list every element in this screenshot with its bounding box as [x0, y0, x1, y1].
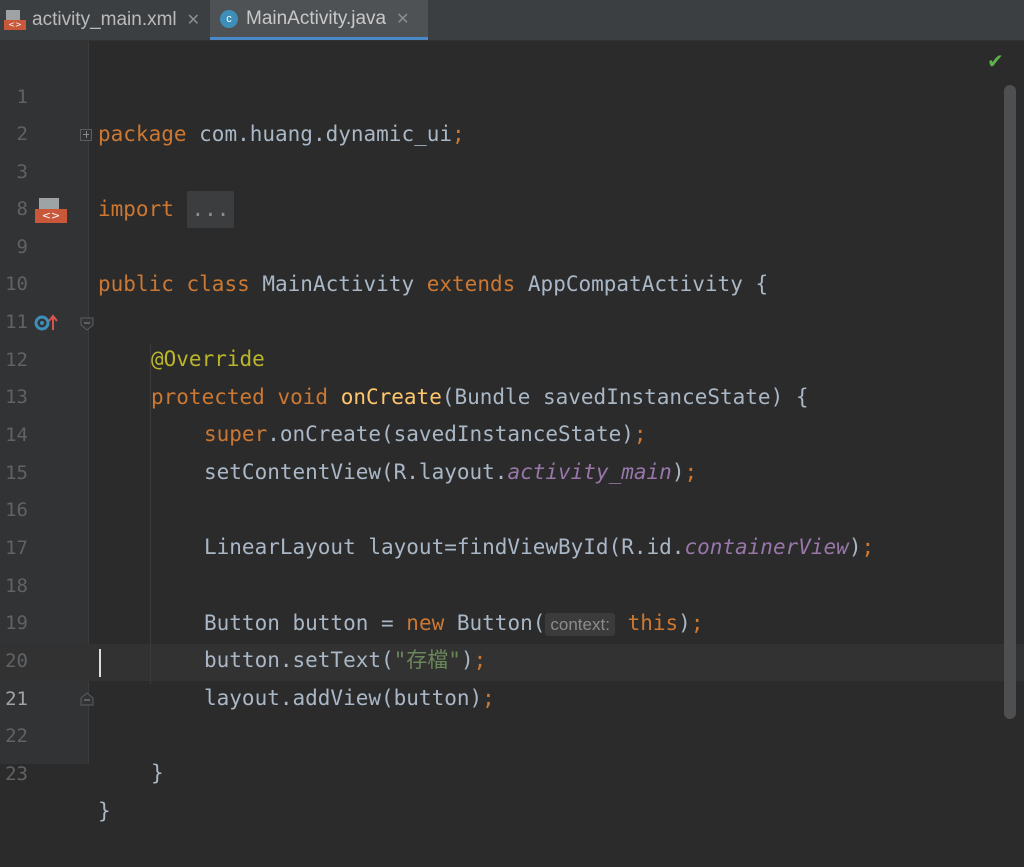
collapse-fold-icon[interactable]: [80, 317, 94, 331]
code-line: 8: [0, 154, 1024, 220]
code-line: 17: [0, 493, 1024, 559]
code-editor[interactable]: 1 package com.huang.dynamic_ui; 2 3 impo…: [0, 41, 1024, 823]
tab-label: activity_main.xml: [32, 9, 177, 30]
code-line: 23 }: [0, 719, 1024, 823]
code-line: 3 import ...: [0, 117, 1024, 228]
expand-fold-icon[interactable]: [80, 129, 92, 141]
code-line: 11 @Override: [0, 267, 1024, 371]
text-cursor: [99, 649, 101, 677]
code-line: 20 layout.addView(button);: [0, 606, 1024, 710]
collapse-fold-end-icon[interactable]: [80, 692, 94, 706]
java-class-icon: c: [220, 9, 238, 28]
code-line: 19 button.setText("存檔");: [0, 568, 1024, 672]
tab-main-activity-java[interactable]: c MainActivity.java ✕: [210, 0, 428, 40]
line-number: 23: [5, 763, 28, 785]
layout-file-icon[interactable]: <>: [35, 196, 67, 224]
close-icon[interactable]: ✕: [396, 9, 409, 29]
code-line: 9 public class MainActivity extends AppC…: [0, 192, 1024, 296]
code-line: 14 setContentView(R.layout.activity_main…: [0, 380, 1024, 484]
xml-layout-icon: <>: [4, 9, 26, 31]
code-line: 2: [0, 79, 1024, 145]
code-line: 10: [0, 229, 1024, 295]
tab-label: MainActivity.java: [246, 7, 387, 29]
code-line: 16 LinearLayout layout=findViewById(R.id…: [0, 455, 1024, 559]
code-line: 15: [0, 418, 1024, 484]
tab-activity-main-xml[interactable]: <> activity_main.xml ✕: [0, 0, 208, 40]
code-line: 22 }: [0, 681, 1024, 785]
code-line: 21: [0, 644, 1024, 710]
code-line: 13 super.onCreate(savedInstanceState);: [0, 342, 1024, 446]
vertical-scrollbar[interactable]: [1004, 85, 1016, 719]
code-line: 18 Button button = new Button(context: t…: [0, 531, 1024, 636]
code-line: 12 protected void onCreate(Bundle savedI…: [0, 305, 1024, 409]
check-icon[interactable]: ✔: [987, 49, 1004, 73]
editor-tab-bar: <> activity_main.xml ✕ c MainActivity.ja…: [0, 0, 1024, 41]
code-line: 1 package com.huang.dynamic_ui;: [0, 42, 1024, 146]
override-icon[interactable]: [34, 313, 60, 333]
close-icon[interactable]: ✕: [187, 10, 200, 30]
